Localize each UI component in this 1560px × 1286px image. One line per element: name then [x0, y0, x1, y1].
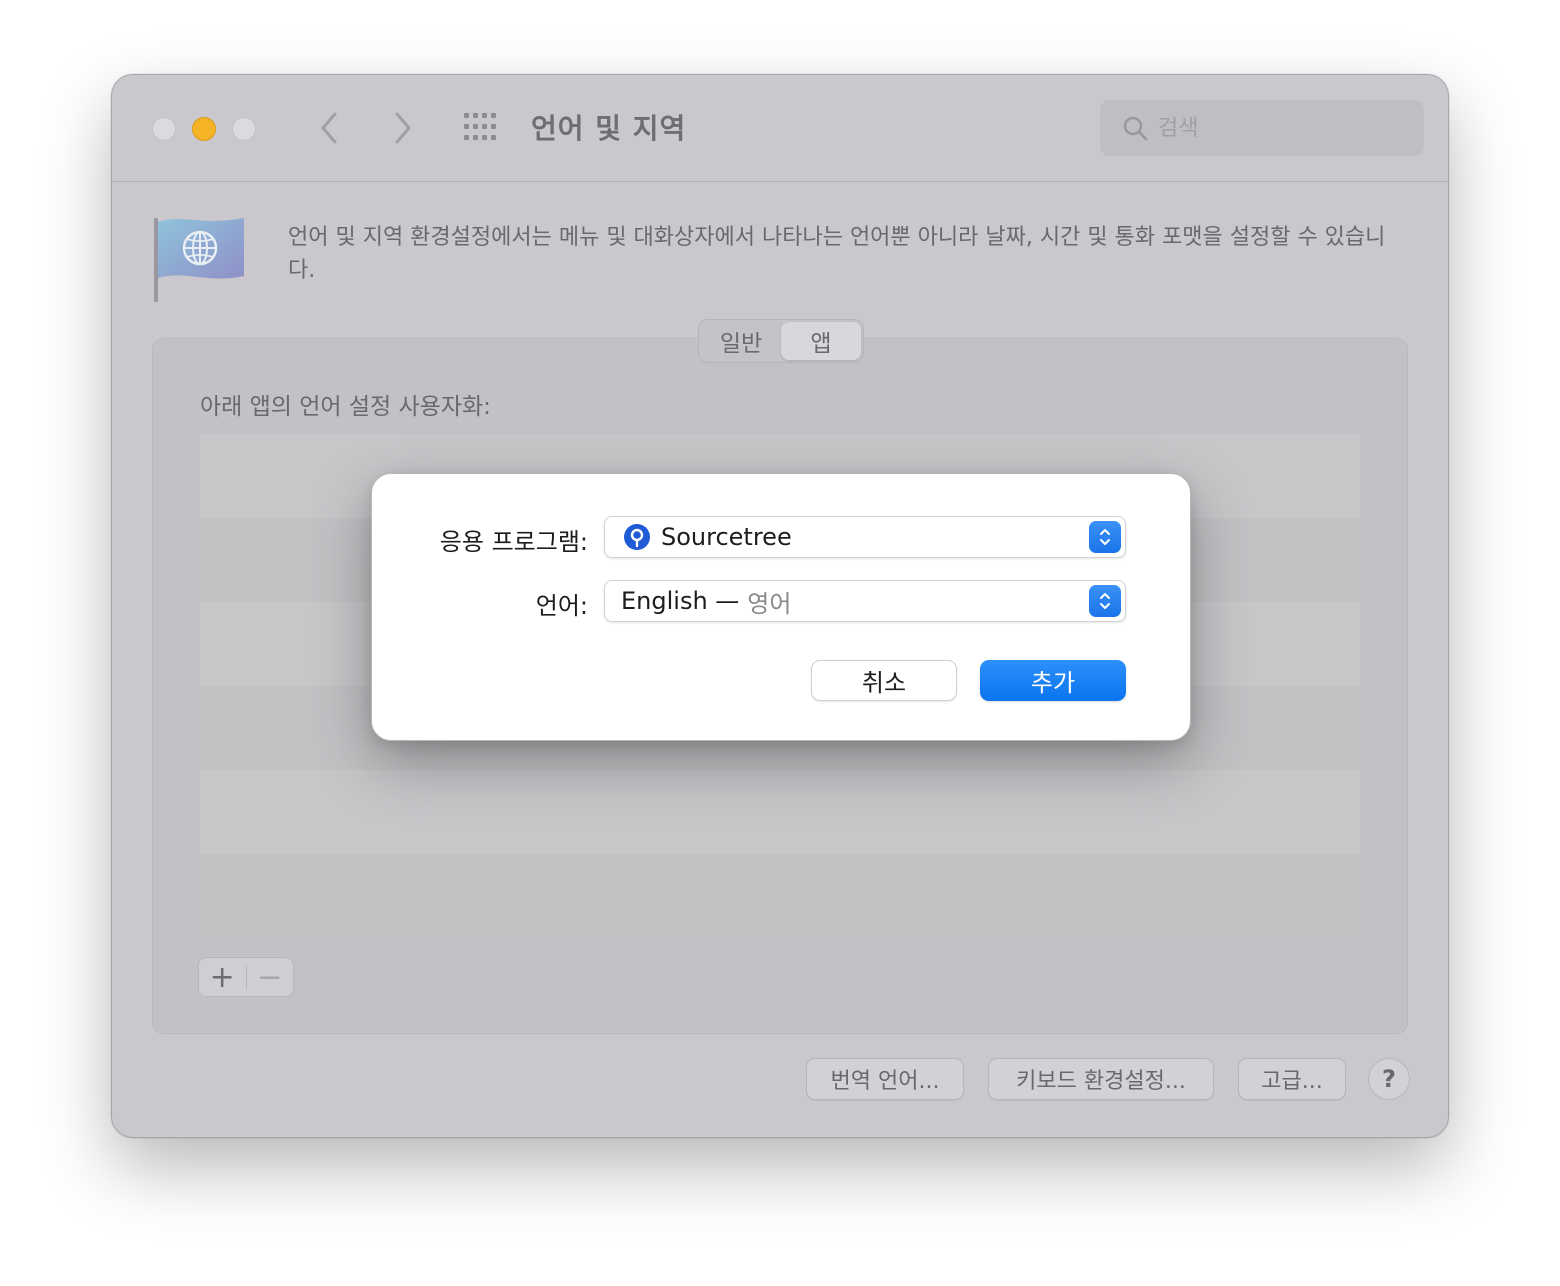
chevron-right-icon [395, 112, 411, 144]
add-app-button[interactable]: + [199, 957, 246, 997]
tab-control: 일반 앱 [698, 319, 864, 363]
add-app-dialog: 응용 프로그램: Sourcetree 언어: English — 영어 취소 … [371, 473, 1191, 741]
zoom-window-button[interactable] [232, 117, 256, 141]
list-row [200, 854, 1360, 938]
customize-label: 아래 앱의 언어 설정 사용자화: [200, 394, 491, 420]
window-title: 언어 및 지역 [531, 112, 687, 145]
forward-button[interactable] [380, 105, 426, 151]
tab-general[interactable]: 일반 [701, 322, 781, 360]
tab-apps[interactable]: 앱 [781, 322, 861, 360]
language-popup[interactable]: English — 영어 [604, 580, 1126, 622]
title-bar: 언어 및 지역 [112, 75, 1448, 182]
up-down-chevron-icon [1100, 529, 1110, 545]
app-popup-stepper[interactable] [1089, 521, 1121, 553]
app-popup-value: Sourcetree [661, 523, 792, 551]
intro-text: 언어 및 지역 환경설정에서는 메뉴 및 대화상자에서 나타나는 언어뿐 아니라… [288, 225, 1386, 283]
up-down-chevron-icon [1100, 593, 1110, 609]
chevron-left-icon [321, 112, 337, 144]
add-button[interactable]: 추가 [980, 660, 1126, 701]
close-window-button[interactable] [152, 117, 176, 141]
keyboard-preferences-button[interactable]: 키보드 환경설정... [988, 1058, 1214, 1100]
add-remove-control: + − [198, 957, 294, 997]
sourcetree-icon [624, 524, 650, 550]
advanced-button[interactable]: 고급... [1238, 1058, 1346, 1100]
translation-languages-button[interactable]: 번역 언어... [806, 1058, 964, 1100]
app-popup[interactable]: Sourcetree [604, 516, 1126, 558]
minimize-window-button[interactable] [192, 117, 216, 141]
cancel-button[interactable]: 취소 [811, 660, 957, 701]
list-row [200, 770, 1360, 854]
language-field-label: 언어: [535, 592, 588, 620]
app-field-label: 응용 프로그램: [439, 528, 588, 556]
remove-app-button[interactable]: − [246, 957, 293, 997]
language-popup-value: English — [621, 587, 740, 615]
language-flag-icon [154, 218, 244, 302]
search-input[interactable] [1158, 115, 1398, 141]
language-popup-stepper[interactable] [1089, 585, 1121, 617]
language-native-name: 영어 [747, 589, 792, 618]
show-all-grid-icon[interactable] [464, 113, 504, 143]
back-button[interactable] [306, 105, 352, 151]
help-button[interactable]: ? [1368, 1058, 1410, 1100]
search-icon [1123, 116, 1148, 141]
search-field[interactable] [1100, 100, 1424, 156]
